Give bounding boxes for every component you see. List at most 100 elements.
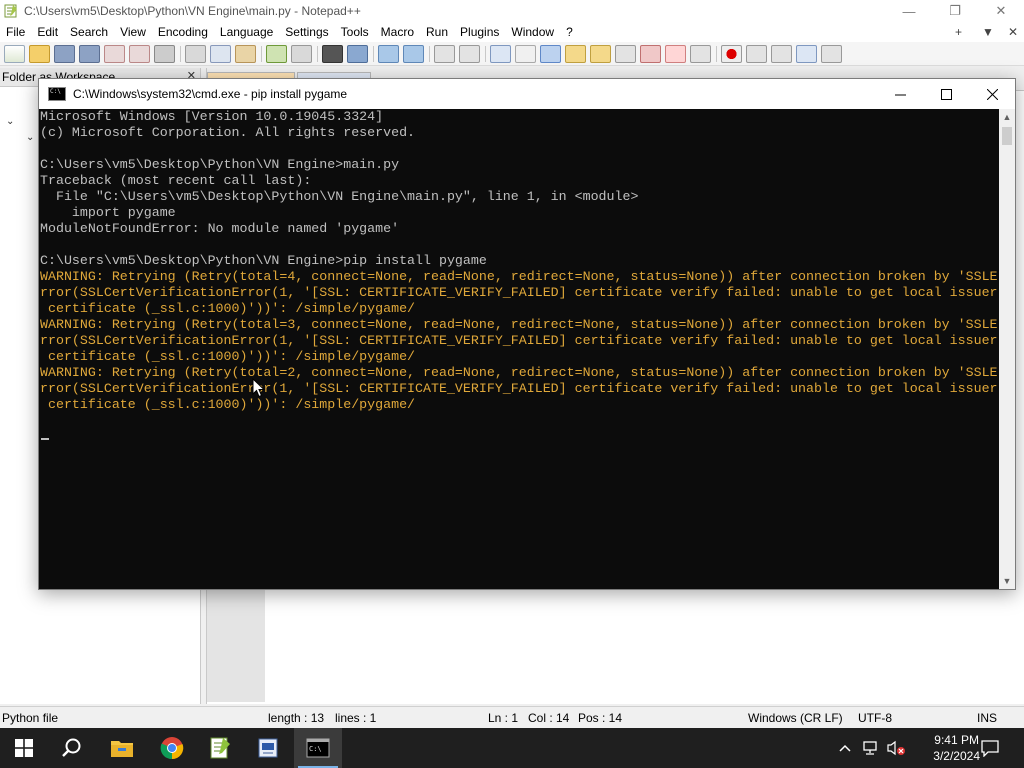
npp-restore-button[interactable]: ❐: [932, 0, 978, 22]
language-icon[interactable]: [565, 44, 586, 63]
doc-map-icon[interactable]: [590, 44, 611, 63]
taskbar-chrome[interactable]: [148, 728, 196, 768]
cmd-window[interactable]: C:\Windows\system32\cmd.exe - pip instal…: [38, 78, 1016, 590]
menu-item-edit[interactable]: Edit: [31, 25, 64, 39]
search-button[interactable]: [48, 728, 96, 768]
save-all-icon[interactable]: [79, 44, 100, 63]
menu-item-run[interactable]: Run: [420, 25, 454, 39]
console-scrollbar[interactable]: ▲ ▼: [999, 109, 1015, 589]
toolbar-separator: [180, 45, 181, 62]
console-warning-line: WARNING: Retrying (Retry(total=4, connec…: [40, 269, 998, 284]
menu-item-view[interactable]: View: [114, 25, 152, 39]
console-line: Microsoft Windows [Version 10.0.19045.33…: [40, 109, 384, 124]
scroll-up-icon[interactable]: ▲: [999, 109, 1015, 125]
function-list-icon[interactable]: [615, 44, 636, 63]
menu-item-settings[interactable]: Settings: [279, 25, 334, 39]
open-file-icon[interactable]: [29, 44, 50, 63]
npp-close-button[interactable]: ✕: [978, 0, 1024, 22]
stop-macro-icon[interactable]: [746, 44, 767, 63]
zoom-in-icon[interactable]: [378, 44, 399, 63]
notepadpp-toolbar: [0, 42, 1024, 66]
taskbar-notepadpp[interactable]: [196, 728, 244, 768]
taskbar-clock[interactable]: 9:41 PM 3/2/2024: [933, 732, 980, 764]
toolbar-separator: [485, 45, 486, 62]
close-tab-icon[interactable]: ✕: [1008, 22, 1018, 42]
npp-minimize-button[interactable]: —: [886, 0, 932, 22]
toolbar-separator: [716, 45, 717, 62]
toolbar-separator: [373, 45, 374, 62]
taskbar-file-explorer[interactable]: [98, 728, 146, 768]
tree-expand-icon[interactable]: ⌄: [26, 132, 34, 143]
menu-item-plugins[interactable]: Plugins: [454, 25, 505, 39]
sync-vertical-icon[interactable]: [434, 44, 455, 63]
tab-list-icon[interactable]: ▼: [982, 22, 994, 42]
menu-item-window[interactable]: Window: [505, 25, 560, 39]
network-tray-icon[interactable]: [862, 728, 880, 768]
play-macro-icon[interactable]: [771, 44, 792, 63]
clock-time: 9:41 PM: [934, 733, 979, 747]
notepadpp-menubar: File Edit Search View Encoding Language Settin…: [0, 22, 1024, 42]
new-tab-icon[interactable]: +: [955, 22, 962, 42]
cmd-window-icon: [48, 87, 66, 101]
action-center-button[interactable]: [980, 728, 1000, 768]
undo-icon[interactable]: [266, 44, 287, 63]
record-macro-icon[interactable]: [721, 44, 742, 63]
sync-horizontal-icon[interactable]: [459, 44, 480, 63]
menu-item-search[interactable]: Search: [64, 25, 114, 39]
close-file-icon[interactable]: [104, 44, 125, 63]
menu-item-tools[interactable]: Tools: [335, 25, 375, 39]
save-macro-icon[interactable]: [821, 44, 842, 63]
folder-workspace-icon[interactable]: [640, 44, 661, 63]
text-cursor: [41, 438, 49, 440]
notepadpp-icon: [210, 737, 230, 759]
menu-item-help[interactable]: ?: [560, 25, 579, 39]
new-file-icon[interactable]: [4, 44, 25, 63]
copy-icon[interactable]: [210, 44, 231, 63]
print-icon[interactable]: [154, 44, 175, 63]
taskbar-cmd[interactable]: C:\: [294, 728, 342, 768]
status-eol[interactable]: Windows (CR LF): [748, 711, 843, 725]
word-wrap-icon[interactable]: [490, 44, 511, 63]
show-all-chars-icon[interactable]: [515, 44, 536, 63]
find-icon[interactable]: [322, 44, 343, 63]
console-warning-line: WARNING: Retrying (Retry(total=3, connec…: [40, 317, 998, 332]
save-icon[interactable]: [54, 44, 75, 63]
monitoring-icon[interactable]: [665, 44, 686, 63]
paste-icon[interactable]: [235, 44, 256, 63]
console-line: C:\Users\vm5\Desktop\Python\VN Engine>pi…: [40, 253, 487, 268]
scroll-down-icon[interactable]: ▼: [999, 573, 1015, 589]
console-output[interactable]: Microsoft Windows [Version 10.0.19045.33…: [39, 109, 999, 589]
menu-item-language[interactable]: Language: [214, 25, 279, 39]
console-line: ModuleNotFoundError: No module named 'py…: [40, 221, 400, 236]
eye-icon[interactable]: [690, 44, 711, 63]
taskbar-app[interactable]: [244, 728, 292, 768]
tree-expand-icon[interactable]: ⌄: [6, 116, 14, 127]
scrollbar-thumb[interactable]: [1002, 127, 1012, 145]
volume-tray-icon[interactable]: [886, 728, 906, 768]
menu-item-macro[interactable]: Macro: [375, 25, 420, 39]
replace-icon[interactable]: [347, 44, 368, 63]
cmd-maximize-button[interactable]: [923, 79, 969, 109]
search-icon: [62, 738, 81, 757]
cmd-title: C:\Windows\system32\cmd.exe - pip instal…: [73, 87, 348, 101]
notepadpp-titlebar[interactable]: C:\Users\vm5\Desktop\Python\VN Engine\ma…: [0, 0, 1024, 22]
close-all-icon[interactable]: [129, 44, 150, 63]
zoom-out-icon[interactable]: [403, 44, 424, 63]
status-insert-mode[interactable]: INS: [977, 711, 997, 725]
indent-guide-icon[interactable]: [540, 44, 561, 63]
cmd-titlebar[interactable]: C:\Windows\system32\cmd.exe - pip instal…: [39, 79, 1015, 109]
start-button[interactable]: [0, 728, 48, 768]
cut-icon[interactable]: [185, 44, 206, 63]
cmd-close-button[interactable]: [969, 79, 1015, 109]
menu-item-file[interactable]: File: [0, 25, 31, 39]
network-icon: [863, 741, 877, 755]
menu-item-encoding[interactable]: Encoding: [152, 25, 214, 39]
redo-icon[interactable]: [291, 44, 312, 63]
cmd-minimize-button[interactable]: [877, 79, 923, 109]
show-hidden-icons[interactable]: [838, 728, 852, 768]
console-text: Microsoft Windows [Version 10.0.19045.33…: [39, 109, 999, 445]
run-macro-multiple-icon[interactable]: [796, 44, 817, 63]
status-encoding[interactable]: UTF-8: [858, 711, 892, 725]
cmd-icon: C:\: [306, 738, 330, 758]
